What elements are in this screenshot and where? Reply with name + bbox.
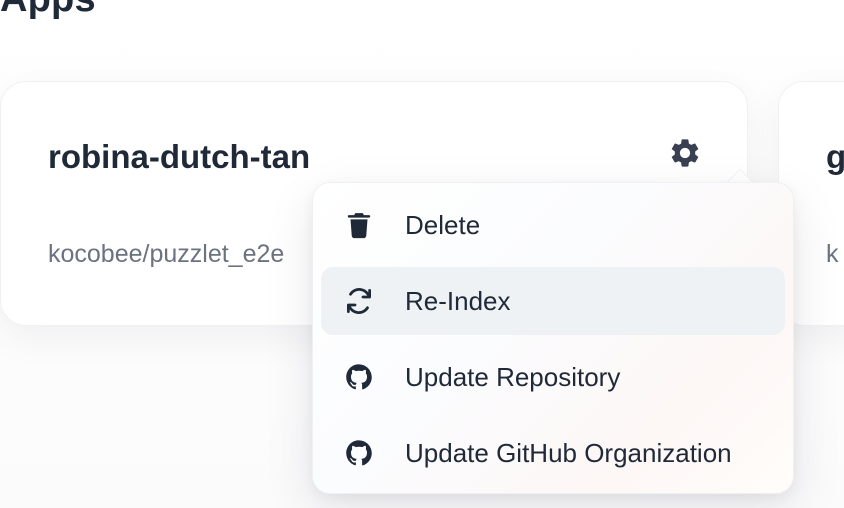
menu-item-delete[interactable]: Delete [321,191,785,259]
gear-icon [671,139,699,167]
app-card-title: g [826,138,844,175]
menu-item-update-repository[interactable]: Update Repository [321,343,785,411]
app-card-repository: kocobee/puzzlet_e2e [48,240,285,268]
menu-item-label: Re-Index [405,285,511,316]
refresh-icon [343,285,375,317]
app-card-title: robina-dutch-tan [48,138,311,175]
app-settings-button[interactable] [664,132,706,174]
menu-item-label: Update Repository [405,361,621,392]
github-icon [343,437,375,469]
menu-item-label: Update GitHub Organization [405,437,732,468]
app-card-repository: k [826,240,839,268]
page-heading: Apps [0,0,96,21]
menu-item-reindex[interactable]: Re-Index [321,267,785,335]
app-actions-menu: Delete Re-Index Update Repository Update… [312,182,794,494]
trash-icon [343,209,375,241]
menu-item-label: Delete [405,209,481,240]
menu-item-update-github-organization[interactable]: Update GitHub Organization [321,419,785,487]
github-icon [343,361,375,393]
apps-page: Apps robina-dutch-tan kocobee/puzzlet_e2… [0,0,844,508]
